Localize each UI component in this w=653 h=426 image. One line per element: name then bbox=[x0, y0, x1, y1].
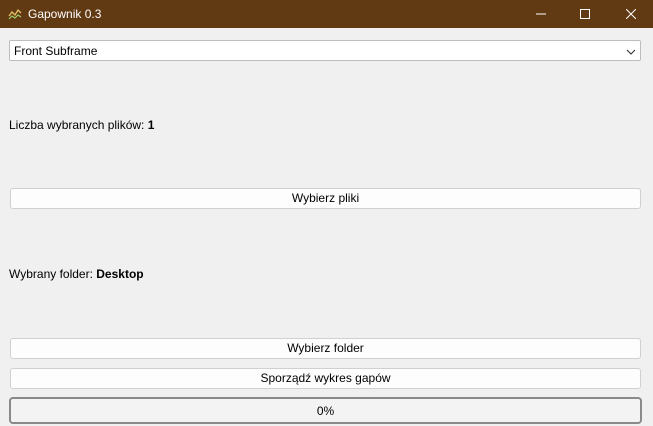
selected-files-info: Liczba wybranych plików: 1 bbox=[9, 118, 154, 132]
close-icon bbox=[626, 9, 636, 19]
selected-files-label: Liczba wybranych plików: bbox=[9, 118, 148, 132]
chevron-down-icon bbox=[626, 46, 636, 56]
choose-folder-button[interactable]: Wybierz folder bbox=[10, 338, 641, 359]
make-gap-plot-button[interactable]: Sporządź wykres gapów bbox=[10, 368, 641, 389]
window-title: Gapownik 0.3 bbox=[28, 7, 102, 21]
selected-folder-name: Desktop bbox=[96, 267, 144, 281]
app-window: Gapownik 0.3 Front Subframe Liczba wybra… bbox=[0, 0, 653, 426]
progress-bar: 0% bbox=[9, 397, 642, 424]
app-chart-icon bbox=[8, 7, 22, 21]
minimize-icon bbox=[536, 9, 546, 19]
maximize-icon bbox=[580, 9, 590, 19]
close-button[interactable] bbox=[609, 0, 653, 28]
choose-files-button[interactable]: Wybierz pliki bbox=[10, 188, 641, 209]
selected-files-count: 1 bbox=[147, 118, 155, 132]
selected-folder-info: Wybrany folder: Desktop bbox=[9, 267, 144, 281]
mode-select[interactable]: Front Subframe bbox=[9, 40, 641, 61]
mode-select-value: Front Subframe bbox=[14, 44, 98, 58]
maximize-button[interactable] bbox=[563, 0, 607, 28]
progress-text: 0% bbox=[316, 404, 335, 418]
minimize-button[interactable] bbox=[519, 0, 563, 28]
title-bar[interactable]: Gapownik 0.3 bbox=[0, 0, 653, 28]
selected-folder-label: Wybrany folder: bbox=[9, 267, 97, 281]
